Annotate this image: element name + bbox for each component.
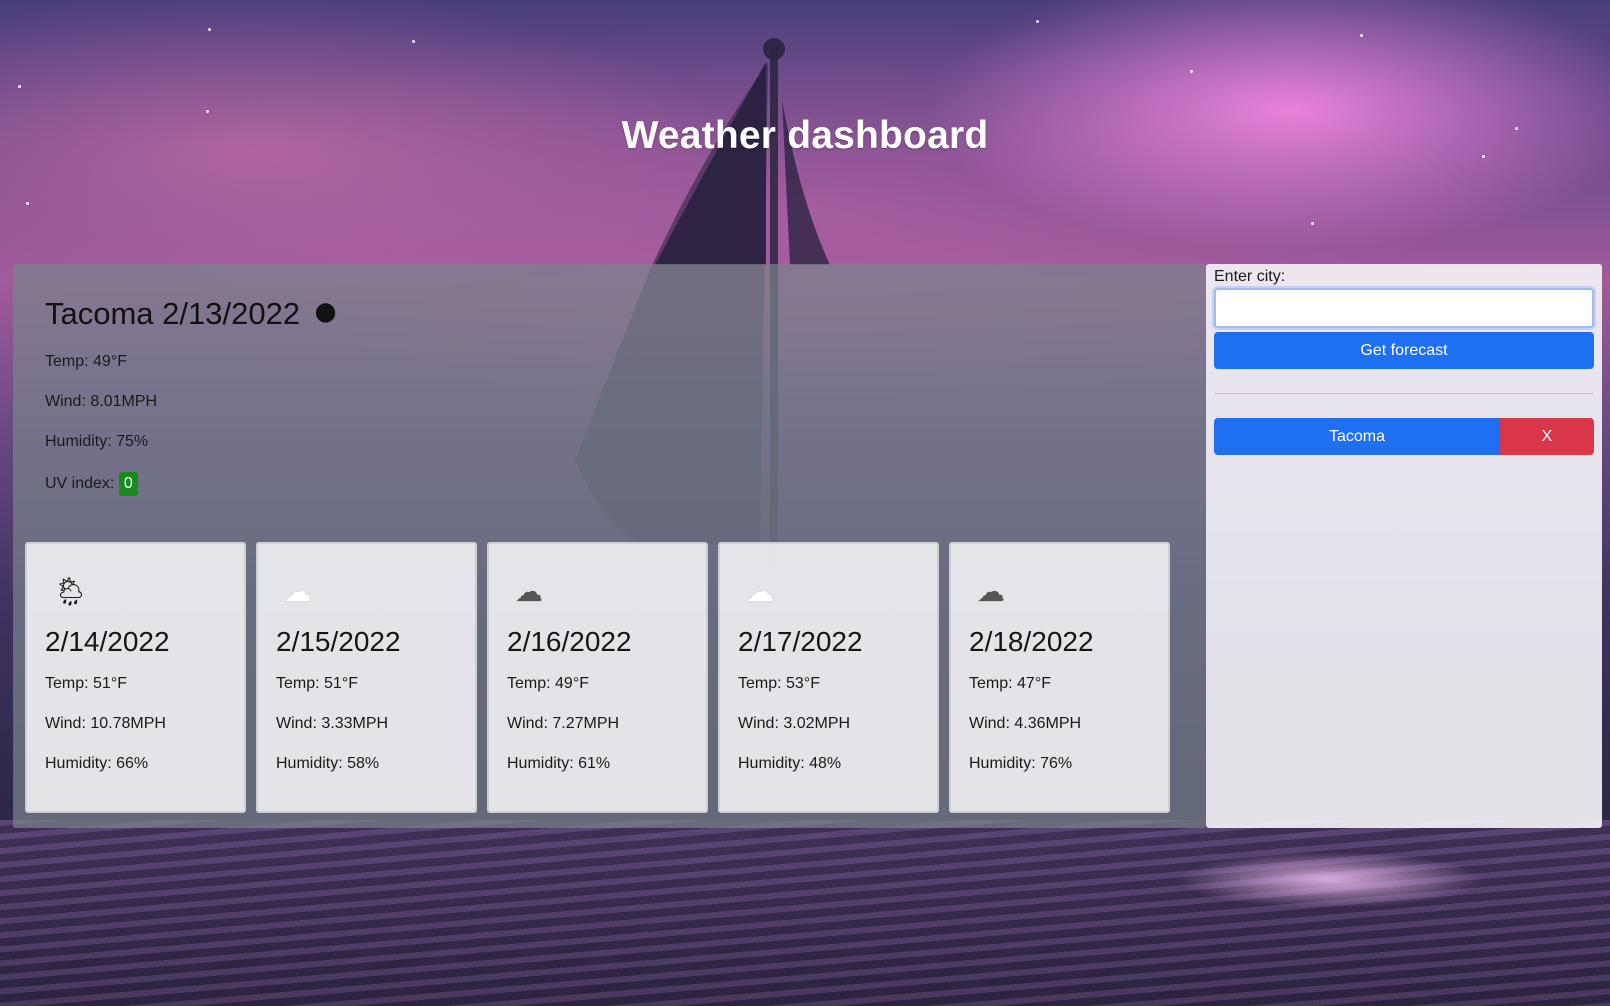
divider (1214, 393, 1594, 394)
forecast-wind: Wind: 10.78MPH (45, 715, 166, 732)
forecast-date: 2/16/2022 (507, 626, 632, 657)
forecast-wind: Wind: 4.36MPH (969, 715, 1082, 732)
forecast-date: 2/18/2022 (969, 626, 1094, 657)
history-item: Tacoma X (1214, 418, 1594, 455)
rain-sun-icon: 🌦 (53, 576, 89, 607)
forecast-temp: Temp: 47°F (969, 675, 1051, 692)
current-header: Tacoma 2/13/2022 🌑 (45, 296, 337, 332)
forecast-wind: Wind: 3.02MPH (738, 715, 851, 732)
forecast-card: ☁ 2/18/2022 Temp: 47°F Wind: 4.36MPH Hum… (949, 542, 1170, 813)
remove-city-button[interactable]: X (1500, 418, 1594, 455)
forecast-date: 2/15/2022 (276, 626, 401, 657)
forecast-date: 2/17/2022 (738, 626, 863, 657)
clouds-icon: ☁ (977, 576, 1005, 607)
uv-label: UV index: (45, 475, 115, 493)
clouds-icon: ☁ (515, 576, 543, 607)
forecast-card: 🌦 2/14/2022 Temp: 51°F Wind: 10.78MPH Hu… (25, 542, 246, 813)
forecast-temp: Temp: 49°F (507, 675, 589, 692)
water (0, 820, 1610, 1006)
forecast-humidity: Humidity: 66% (45, 755, 149, 772)
moon-icon: 🌑 (314, 301, 338, 326)
current-weather: Tacoma 2/13/2022 🌑 Temp: 49°F Wind: 8.01… (45, 296, 337, 512)
city-input-label: Enter city: (1214, 268, 1286, 285)
forecast-temp: Temp: 51°F (276, 675, 358, 692)
current-wind: Wind: 8.01MPH (45, 393, 158, 410)
forecast-wind: Wind: 7.27MPH (507, 715, 620, 732)
forecast-humidity: Humidity: 58% (276, 755, 380, 772)
page-title: Weather dashboard (621, 114, 989, 158)
forecast-wind: Wind: 3.33MPH (276, 715, 389, 732)
current-city-date: Tacoma 2/13/2022 (45, 296, 301, 331)
forecast-temp: Temp: 51°F (45, 675, 127, 692)
current-humidity: Humidity: 75% (45, 433, 149, 450)
current-temp: Temp: 49°F (45, 353, 127, 370)
uv-badge: 0 (118, 472, 138, 496)
forecast-card: ☁ 2/17/2022 Temp: 53°F Wind: 3.02MPH Hum… (718, 542, 939, 813)
forecast-temp: Temp: 53°F (738, 675, 820, 692)
history-city-button[interactable]: Tacoma (1214, 418, 1500, 455)
forecast-humidity: Humidity: 76% (969, 755, 1073, 772)
forecast-date: 2/14/2022 (45, 626, 170, 657)
city-input[interactable] (1214, 288, 1594, 328)
forecast-humidity: Humidity: 48% (738, 755, 842, 772)
forecast-card: ☁ 2/16/2022 Temp: 49°F Wind: 7.27MPH Hum… (487, 542, 708, 813)
get-forecast-button[interactable]: Get forecast (1214, 332, 1594, 369)
search-panel: Enter city: Get forecast Tacoma X (1206, 264, 1602, 828)
forecast-row: 🌦 2/14/2022 Temp: 51°F Wind: 10.78MPH Hu… (25, 542, 1170, 813)
forecast-card: ☁ 2/15/2022 Temp: 51°F Wind: 3.33MPH Hum… (256, 542, 477, 813)
forecast-humidity: Humidity: 61% (507, 755, 611, 772)
cloud-icon: ☁ (746, 576, 774, 607)
main-panel: Tacoma 2/13/2022 🌑 Temp: 49°F Wind: 8.01… (13, 264, 1206, 828)
current-uv: UV index: 0 (45, 472, 337, 496)
cloud-icon: ☁ (284, 576, 312, 607)
